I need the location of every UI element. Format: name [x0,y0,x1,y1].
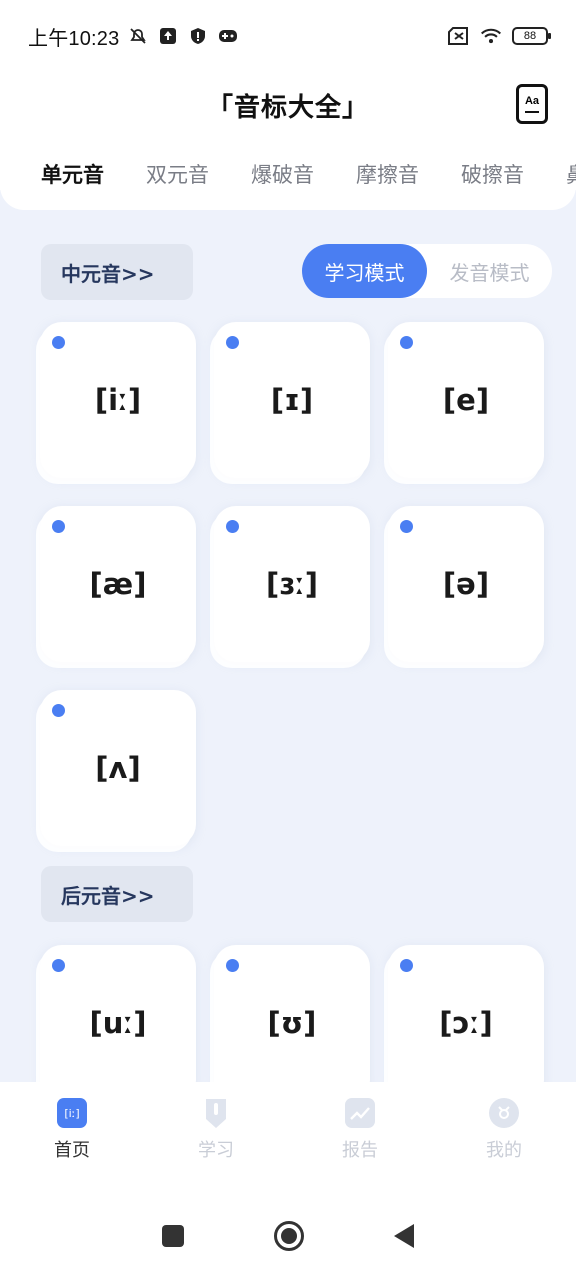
nav-home[interactable]: [iː] 首页 [0,1082,144,1192]
phonetic-card[interactable]: [ʊ] [214,945,370,1082]
tab-fricative[interactable]: 摩擦音 [356,159,419,189]
back-icon[interactable] [394,1224,414,1248]
tab-plosive[interactable]: 爆破音 [251,159,314,189]
status-dot [400,336,413,349]
main-content[interactable]: 中元音>> 学习模式 发音模式 [iː] [ɪ] [e] [æ] [ɜː] [ə… [0,190,576,1082]
status-dot [226,959,239,972]
nav-profile-label: 我的 [486,1140,522,1161]
header: 「音标大全」 Aa [0,72,576,138]
wifi-icon [480,25,502,47]
phonetic-symbol: [ʊ] [267,1006,317,1040]
status-dot [52,336,65,349]
font-size-underline [525,111,539,113]
nav-profile[interactable]: 我的 [432,1082,576,1192]
home-button-inner [281,1228,297,1244]
nav-report-label: 报告 [342,1140,378,1161]
profile-icon [489,1098,519,1128]
phonetic-symbol: [uː] [89,1006,147,1040]
system-nav-bar [0,1192,576,1280]
gamepad-icon [217,25,239,47]
phonetic-card[interactable]: [iː] [40,322,196,478]
phonetic-card[interactable]: [ɪ] [214,322,370,478]
home-button-icon[interactable] [274,1221,304,1251]
tabs-row: 单元音 双元音 爆破音 摩擦音 破擦音 鼻 [0,138,576,210]
phonetic-symbol: [e] [442,383,490,417]
tab-diphthong[interactable]: 双元音 [146,159,209,189]
nav-study-label: 学习 [198,1140,234,1161]
chart-icon [345,1098,375,1128]
nav-study[interactable]: 学习 [144,1082,288,1192]
sim-off-icon [448,25,470,47]
font-size-label: Aa [524,95,540,107]
phonetic-symbol: [ʌ] [95,751,141,785]
tab-affricate[interactable]: 破擦音 [461,159,524,189]
phonetic-card[interactable]: [uː] [40,945,196,1082]
section-label-back-vowels[interactable]: 后元音>> [41,866,193,922]
battery-icon: 88 [512,27,551,45]
nav-home-label: 首页 [54,1140,90,1161]
phonetic-symbol: [ə] [442,567,490,601]
mute-bell-icon [127,25,149,47]
page-title: 「音标大全」 [206,92,369,123]
tab-nasal[interactable]: 鼻 [566,159,576,189]
status-dot [400,520,413,533]
upload-icon [157,25,179,47]
pronounce-mode-button[interactable]: 发音模式 [427,244,552,298]
recent-apps-icon[interactable] [162,1225,184,1247]
phonetic-symbol: [ɔː] [439,1006,493,1040]
status-time: 上午10:23 [28,27,120,50]
phonetic-symbol: [ɜː] [265,567,319,601]
home-phonetic-icon: [iː] [57,1098,87,1128]
phonetic-card[interactable]: [æ] [40,506,196,662]
pencil-icon [201,1098,231,1128]
section-label-central-vowels[interactable]: 中元音>> [41,244,193,300]
status-bar: 上午10:23 88 [0,0,576,72]
status-dot [52,704,65,717]
phonetic-symbol: [ɪ] [270,383,314,417]
phonetic-symbol: [æ] [89,567,147,601]
font-size-button[interactable]: Aa [516,84,548,124]
status-dot [52,520,65,533]
phonetic-card[interactable]: [ə] [388,506,544,662]
tab-monophthong[interactable]: 单元音 [41,159,104,189]
phonetic-card[interactable]: [ɜː] [214,506,370,662]
study-mode-button[interactable]: 学习模式 [302,244,427,298]
phonetic-symbol: [iː] [94,383,142,417]
nav-report[interactable]: 报告 [288,1082,432,1192]
status-dot [400,959,413,972]
category-tabs: 单元音 双元音 爆破音 摩擦音 破擦音 鼻 [0,138,576,210]
shield-icon [187,25,209,47]
mode-toggle: 学习模式 发音模式 [302,244,552,298]
phonetic-card[interactable]: [ʌ] [40,690,196,846]
status-left: 上午10:23 [28,22,239,51]
status-right: 88 [448,25,551,47]
bottom-nav: [iː] 首页 学习 报告 我的 [0,1082,576,1192]
phonetic-card[interactable]: [e] [388,322,544,478]
status-dot [226,520,239,533]
phonetic-card[interactable]: [ɔː] [388,945,544,1082]
status-dot [52,959,65,972]
status-dot [226,336,239,349]
home-icon-text: [iː] [64,1106,80,1120]
